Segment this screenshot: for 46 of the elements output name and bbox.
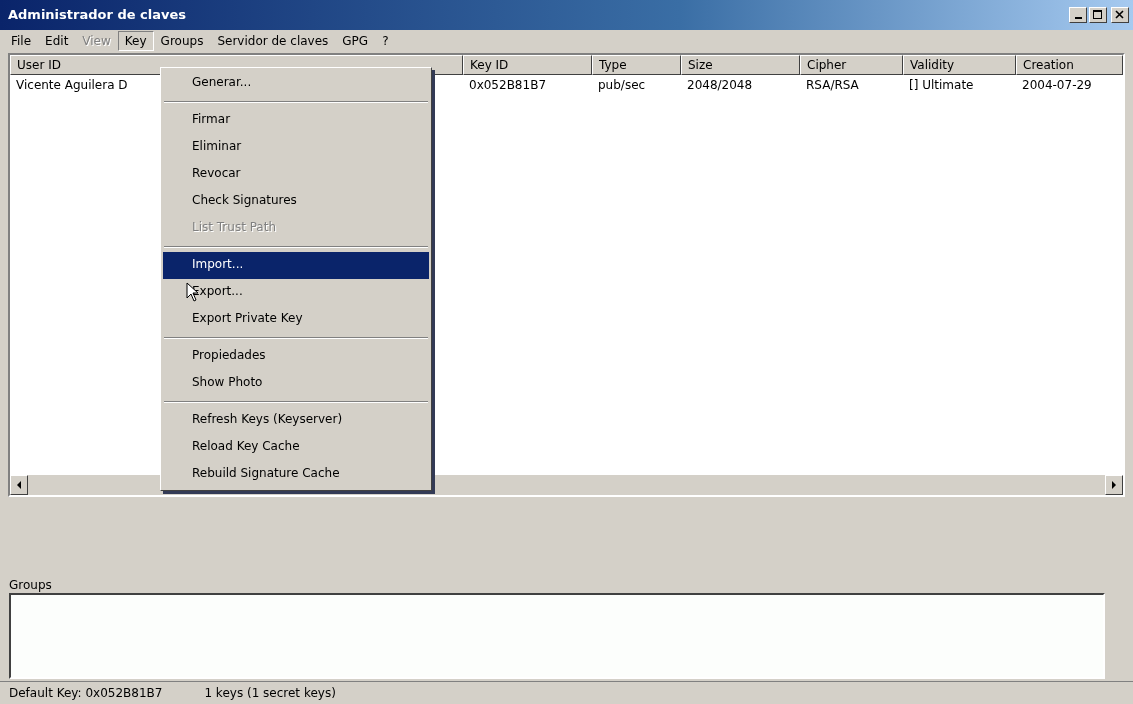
- table-cell: [] Ultimate: [909, 77, 974, 92]
- menu-item[interactable]: Show Photo: [163, 370, 429, 397]
- menu-item[interactable]: Key: [117, 30, 154, 51]
- minimize-icon: [1074, 16, 1082, 19]
- table-cell: RSA/RSA: [806, 77, 859, 92]
- menu-item[interactable]: Check Signatures: [163, 188, 429, 215]
- menu-item[interactable]: GPG: [335, 30, 376, 51]
- menu-item[interactable]: Revocar: [163, 161, 429, 188]
- column-header[interactable]: Validity: [903, 54, 1016, 75]
- window-title: Administrador de claves: [8, 7, 187, 23]
- table-cell: pub/sec: [598, 77, 646, 92]
- menu-item[interactable]: ?: [375, 30, 396, 51]
- status-text: Default Key: 0x052B81B7: [9, 686, 163, 701]
- menu-item[interactable]: Groups: [153, 30, 211, 51]
- close-icon: [1115, 9, 1125, 20]
- menu-item[interactable]: Rebuild Signature Cache: [163, 461, 429, 488]
- column-header[interactable]: Size: [681, 54, 800, 75]
- column-header[interactable]: Key ID: [463, 54, 592, 75]
- column-header[interactable]: Creation: [1016, 54, 1123, 75]
- menu-item[interactable]: File: [4, 30, 39, 51]
- column-header[interactable]: Cipher: [800, 54, 903, 75]
- close-button[interactable]: [1111, 6, 1129, 23]
- table-cell: Vicente Aguilera D: [16, 77, 128, 92]
- scroll-right-button[interactable]: [1105, 475, 1123, 496]
- menu-item[interactable]: Refresh Keys (Keyserver): [163, 407, 429, 434]
- menu-item[interactable]: Servidor de claves: [210, 30, 336, 51]
- menu-item[interactable]: Edit: [38, 30, 76, 51]
- column-header[interactable]: Type: [592, 54, 681, 75]
- scroll-left-button[interactable]: [10, 475, 28, 496]
- minimize-button[interactable]: [1069, 6, 1087, 23]
- right-arrow-icon: [1111, 481, 1117, 490]
- table-cell: 2004-07-29: [1022, 77, 1092, 92]
- menu-item[interactable]: Export Private Key: [163, 306, 429, 333]
- menu-item[interactable]: Firmar: [163, 107, 429, 134]
- left-arrow-icon: [16, 481, 22, 490]
- groups-list[interactable]: [9, 593, 1105, 680]
- status-text: 1 keys (1 secret keys): [204, 686, 336, 701]
- menu-item[interactable]: Propiedades: [163, 343, 429, 370]
- groups-label: Groups: [8, 578, 53, 594]
- maximize-button[interactable]: [1089, 6, 1107, 23]
- maximize-icon: [1093, 9, 1103, 20]
- table-cell: 2048/2048: [687, 77, 753, 92]
- menu-item[interactable]: Import...: [163, 252, 429, 279]
- table-cell: 0x052B81B7: [469, 77, 546, 92]
- menu-item[interactable]: Reload Key Cache: [163, 434, 429, 461]
- menu-item[interactable]: Eliminar: [163, 134, 429, 161]
